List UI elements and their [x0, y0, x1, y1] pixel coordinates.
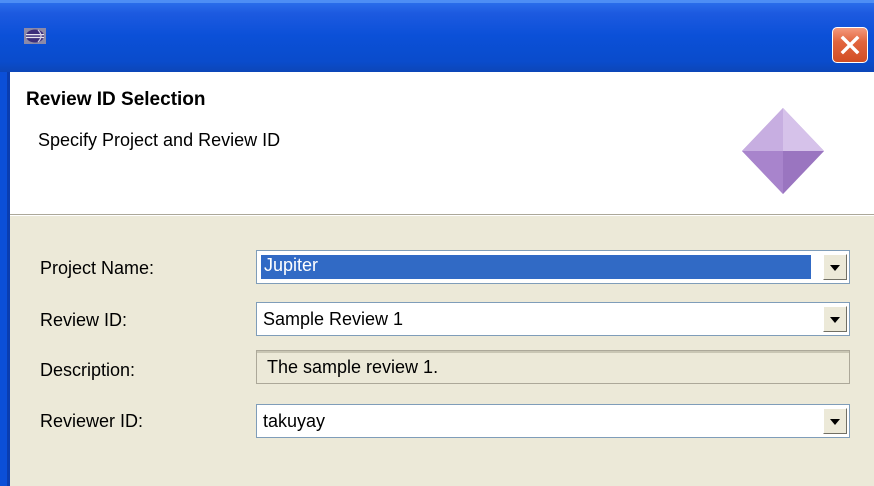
- dialog-window: Review ID Selection Specify Project and …: [0, 0, 874, 486]
- title-bar[interactable]: [0, 0, 874, 72]
- project-name-label: Project Name:: [40, 258, 155, 278]
- header-subtitle: Specify Project and Review ID: [38, 130, 281, 150]
- dropdown-arrow-icon: [830, 265, 840, 271]
- window-left-border: [0, 72, 10, 486]
- description-label: Description:: [40, 360, 136, 380]
- dropdown-arrow-icon: [830, 317, 840, 323]
- close-icon: [840, 35, 860, 55]
- review-id-dropdown-button[interactable]: [823, 306, 847, 332]
- description-field: The sample review 1.: [256, 350, 850, 384]
- header-separator-highlight: [10, 215, 874, 216]
- review-id-value: Sample Review 1: [263, 309, 404, 329]
- description-value: The sample review 1.: [267, 357, 439, 377]
- wizard-header: Review ID Selection Specify Project and …: [10, 72, 874, 214]
- dropdown-arrow-icon: [830, 419, 840, 425]
- project-name-dropdown-button[interactable]: [823, 254, 847, 280]
- reviewer-id-combo[interactable]: takuyay: [256, 404, 850, 438]
- wizard-diamond-icon: [742, 108, 824, 194]
- project-name-combo[interactable]: Jupiter: [256, 250, 850, 284]
- header-title: Review ID Selection: [26, 89, 206, 110]
- project-name-selection: [261, 255, 811, 279]
- close-button[interactable]: [832, 27, 868, 63]
- project-name-value: Jupiter: [264, 255, 319, 275]
- title-bar-highlight: [0, 0, 874, 3]
- eclipse-app-icon: [24, 28, 46, 44]
- review-id-combo[interactable]: Sample Review 1: [256, 302, 850, 336]
- reviewer-id-value: takuyay: [263, 411, 326, 431]
- reviewer-id-dropdown-button[interactable]: [823, 408, 847, 434]
- reviewer-id-label: Reviewer ID:: [40, 411, 144, 431]
- review-id-label: Review ID:: [40, 310, 128, 330]
